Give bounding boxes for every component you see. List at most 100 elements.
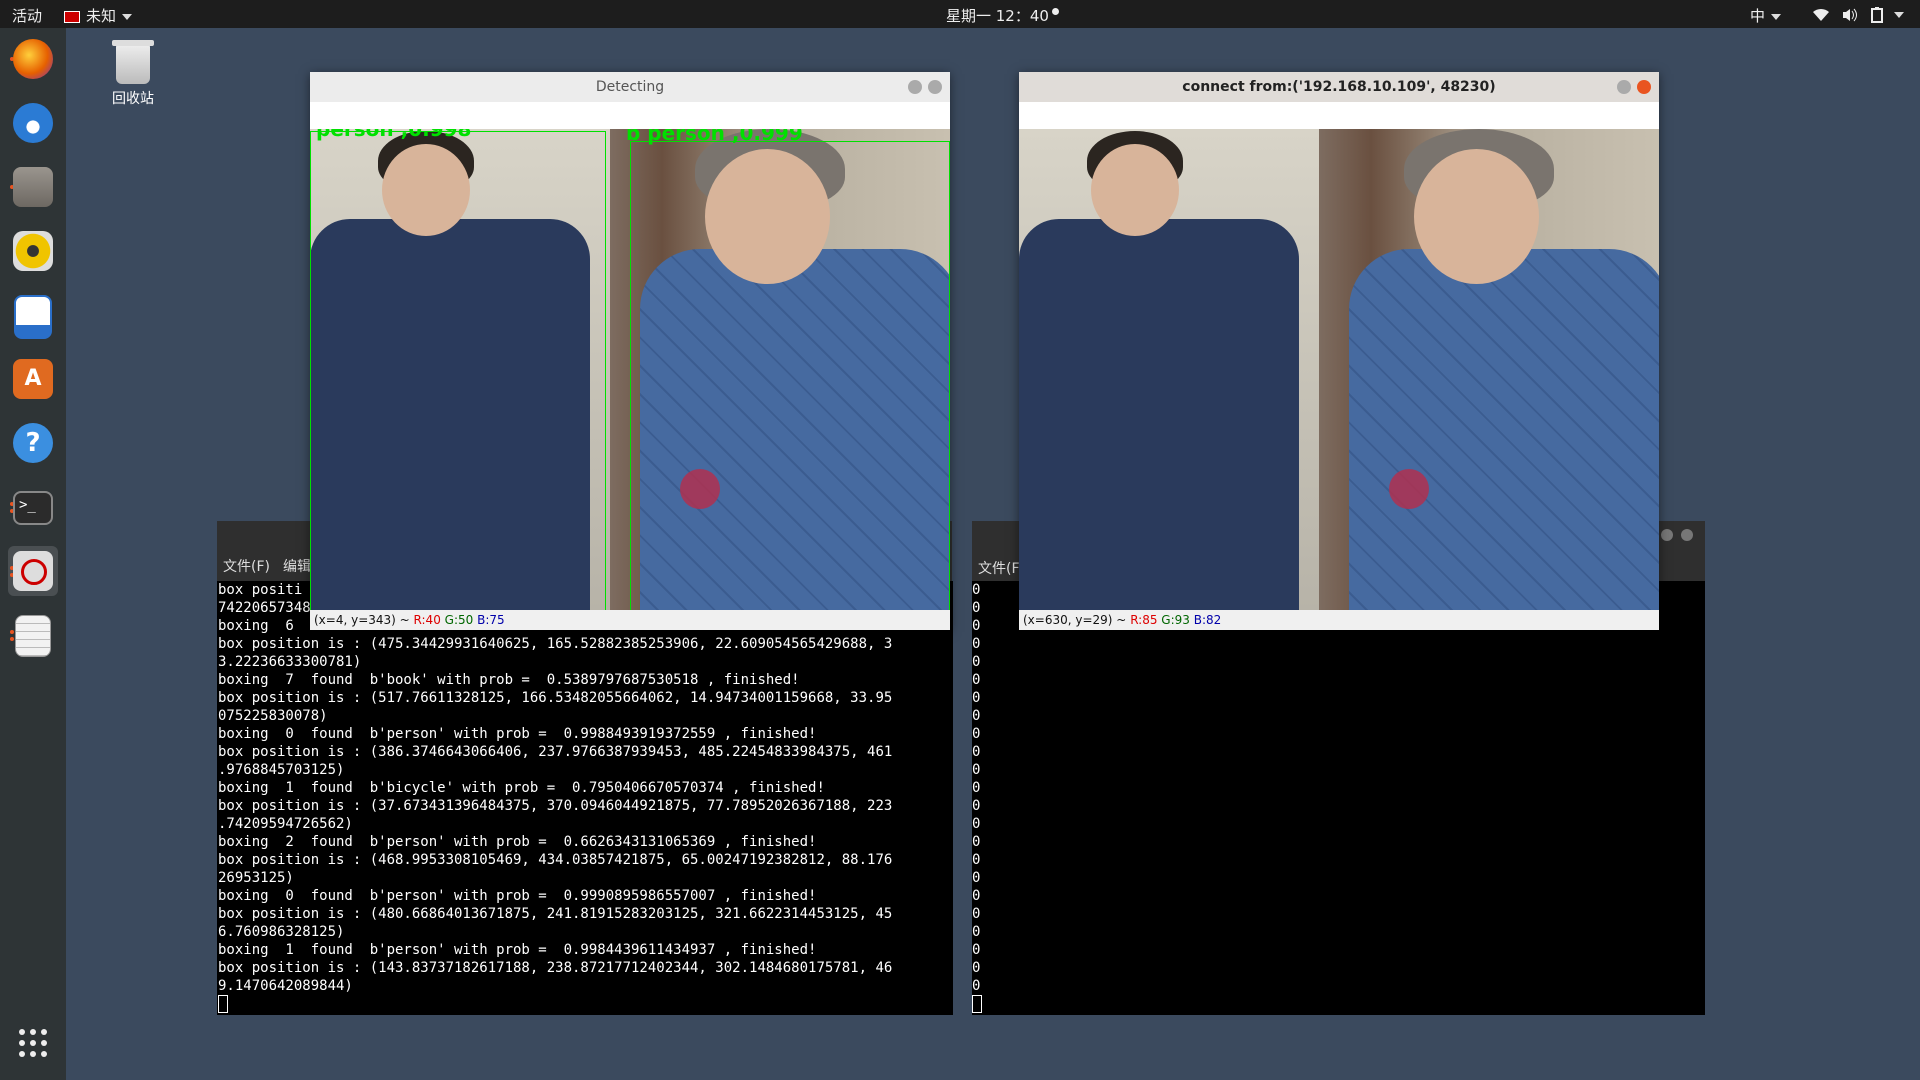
terminal-line: boxing 1 found b'bicycle' with prob = 0.… — [218, 780, 825, 796]
input-source-label: 未知 — [86, 7, 117, 25]
dock-files[interactable] — [8, 162, 58, 212]
status-g: G:93 — [1161, 613, 1190, 627]
terminal-line: box position is : (143.83737182617188, 2… — [218, 960, 893, 976]
terminal-line: 0 — [972, 978, 981, 994]
status-r: R:40 — [413, 613, 441, 627]
app-grid-icon — [19, 1029, 47, 1057]
terminal-icon: >_ — [13, 491, 53, 525]
chevron-down-icon — [1771, 13, 1782, 20]
input-source-menu[interactable]: 未知 — [64, 5, 133, 26]
dock: A ? >_ — [0, 28, 66, 1080]
terminal-line: 0 — [972, 942, 981, 958]
detecting-window[interactable]: Detecting person ,0.998 b person ,0.999 … — [310, 72, 950, 630]
activities-button[interactable]: 活动 — [12, 5, 42, 26]
dock-writer[interactable] — [8, 290, 58, 340]
terminal-line: 0 — [972, 780, 981, 796]
dock-text-editor[interactable] — [8, 610, 58, 660]
terminal-line: 0 — [972, 798, 981, 814]
terminal-line: 0 — [972, 870, 981, 886]
flower — [1389, 469, 1429, 509]
ime-label: 中 — [1750, 7, 1766, 25]
window-titlebar[interactable]: connect from:('192.168.10.109', 48230) — [1019, 72, 1659, 102]
pixel-status-bar: (x=4, y=343) ~ R:40 G:50 B:75 — [310, 610, 950, 630]
terminal-line: 075225830078) — [218, 708, 328, 724]
terminal-line: 6.760986328125) — [218, 924, 345, 940]
dock-firefox[interactable] — [8, 34, 58, 84]
terminal-line: 0 — [972, 636, 981, 652]
thunderbird-icon — [13, 103, 53, 143]
face — [1414, 149, 1539, 284]
text-editor-icon — [15, 615, 51, 657]
dock-terminal[interactable]: >_ — [8, 482, 58, 532]
no-entry-icon — [13, 551, 53, 591]
menu-file[interactable]: 文件(F) — [223, 556, 270, 576]
terminal-line: 0 — [972, 888, 981, 904]
status-coord: (x=4, y=343) ~ — [314, 613, 410, 627]
terminal-line: 0 — [972, 906, 981, 922]
close-button[interactable] — [1681, 529, 1693, 541]
terminal-line: 0 — [972, 834, 981, 850]
software-icon: A — [13, 359, 53, 399]
menu-file[interactable]: 文件(F — [978, 558, 1020, 578]
minimize-button[interactable] — [908, 80, 922, 94]
window-toolbar — [310, 102, 950, 129]
clock[interactable]: 星期一 12：40 — [946, 5, 1059, 26]
status-b: B:82 — [1193, 613, 1222, 627]
terminal-output[interactable]: 00000000000000000000000 — [972, 581, 1705, 1015]
system-menu[interactable] — [1812, 5, 1905, 23]
show-applications-button[interactable] — [18, 1028, 48, 1058]
status-g: G:50 — [444, 613, 474, 627]
firefox-icon — [13, 39, 53, 79]
volume-icon — [1842, 8, 1857, 21]
terminal-cursor — [972, 995, 982, 1013]
chevron-down-icon — [122, 13, 133, 20]
connect-window[interactable]: connect from:('192.168.10.109', 48230) (… — [1019, 72, 1659, 630]
trash-label: 回收站 — [112, 91, 154, 107]
bbox-label-b: b person ,0.999 — [626, 129, 803, 145]
terminal-line: box position is : (480.66864013671875, 2… — [218, 906, 893, 922]
minimize-button[interactable] — [1617, 80, 1631, 94]
terminal-line: box position is : (475.34429931640625, 1… — [218, 636, 893, 652]
flag-icon — [64, 10, 80, 23]
status-r: R:85 — [1130, 613, 1158, 627]
window-titlebar[interactable]: Detecting — [310, 72, 950, 102]
dock-rhythmbox[interactable] — [8, 226, 58, 276]
terminal-line: .9768845703125) — [218, 762, 345, 778]
person-woman — [1349, 249, 1659, 610]
dock-software[interactable]: A — [8, 354, 58, 404]
terminal-line: 0 — [972, 654, 981, 670]
files-icon — [13, 167, 53, 207]
trash-icon — [112, 40, 154, 84]
terminal-line: 0 — [972, 960, 981, 976]
terminal-line: box position is : (517.76611328125, 166.… — [218, 690, 893, 706]
dock-help[interactable]: ? — [8, 418, 58, 468]
dock-no-entry[interactable] — [8, 546, 58, 596]
window-title: Detecting — [595, 79, 665, 95]
chevron-down-icon — [1894, 11, 1905, 18]
terminal-line: box position is : (37.673431396484375, 3… — [218, 798, 893, 814]
bbox-label-a: person ,0.998 — [316, 129, 472, 141]
top-bar: 活动 未知 星期一 12：40 中 — [0, 0, 1920, 28]
battery-icon — [1870, 6, 1883, 23]
camera-frame-raw — [1019, 129, 1659, 610]
close-button[interactable] — [928, 80, 942, 94]
terminal-output[interactable]: box positi 74220657348 boxing 6 box positio… — [217, 581, 953, 1015]
terminal-line: box position is : (386.3746643066406, 23… — [218, 744, 893, 760]
dock-thunderbird[interactable] — [8, 98, 58, 148]
running-indicator — [10, 637, 14, 641]
terminal-line: boxing 2 found b'person' with prob = 0.6… — [218, 834, 817, 850]
close-button[interactable] — [1637, 80, 1651, 94]
minimize-button[interactable] — [1661, 529, 1673, 541]
terminal-line: 26953125) — [218, 870, 294, 886]
trash-desktop-icon[interactable]: 回收站 — [103, 40, 163, 108]
help-icon: ? — [13, 423, 53, 463]
status-b: B:75 — [477, 613, 505, 627]
ime-menu[interactable]: 中 — [1750, 5, 1782, 26]
window-title: connect from:('192.168.10.109', 48230) — [1182, 79, 1496, 95]
status-coord: (x=630, y=29) ~ — [1023, 613, 1127, 627]
terminal-line: 0 — [972, 816, 981, 832]
menu-edit[interactable]: 编辑 — [283, 556, 311, 576]
terminal-line: 0 — [972, 690, 981, 706]
window-toolbar — [1019, 102, 1659, 129]
terminal-line: 9.1470642089844) — [218, 978, 353, 994]
